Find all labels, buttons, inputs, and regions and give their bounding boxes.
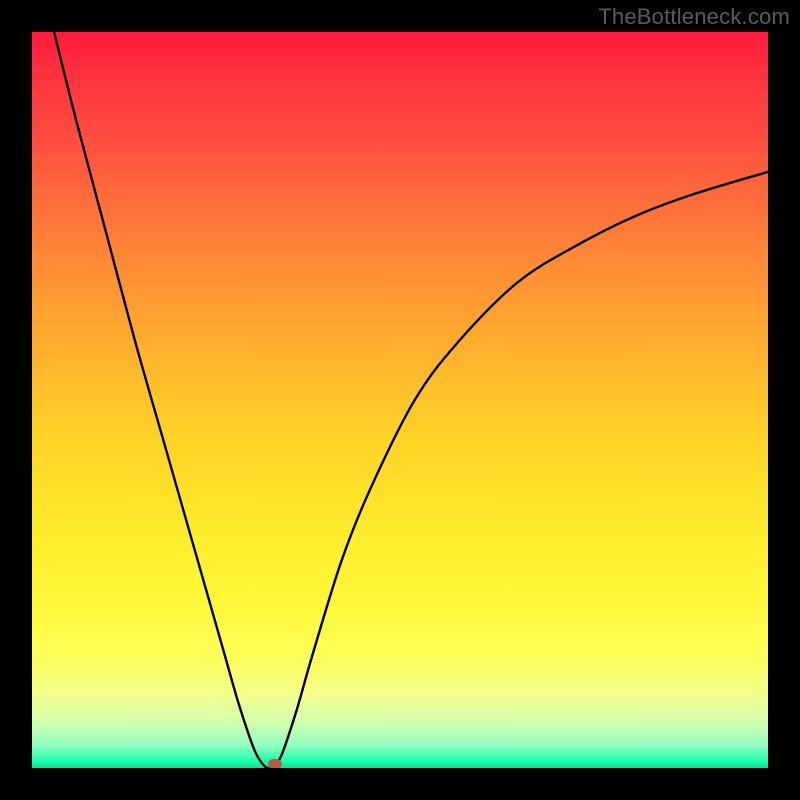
plot-area bbox=[32, 32, 768, 768]
chart-frame: TheBottleneck.com bbox=[0, 0, 800, 800]
bottleneck-curve bbox=[32, 32, 768, 768]
curve-path bbox=[54, 32, 768, 768]
optimal-point-marker bbox=[268, 759, 282, 768]
watermark-text: TheBottleneck.com bbox=[598, 4, 790, 30]
